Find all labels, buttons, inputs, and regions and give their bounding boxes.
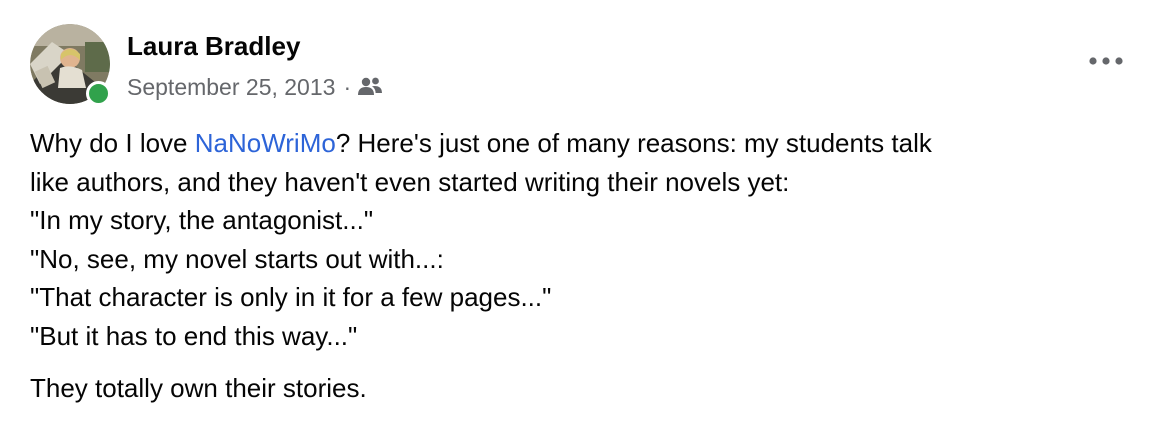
meta-separator: ·: [343, 73, 352, 100]
post-text-line: "That character is only in it for a few …: [30, 282, 552, 313]
post-meta: September 25, 2013 ·: [127, 72, 383, 102]
post-text-line: "In my story, the antagonist...": [30, 205, 374, 236]
post-body: Why do I love NaNoWriMo? Here's just one…: [30, 124, 1140, 407]
more-options-button[interactable]: [1086, 46, 1126, 76]
online-status-indicator: [86, 81, 111, 106]
facebook-post: Laura Bradley September 25, 2013 · Why d…: [0, 0, 1164, 432]
more-options-icon: [1089, 57, 1123, 65]
post-text-line: like authors, and they haven't even star…: [30, 166, 790, 197]
post-text-line: "No, see, my novel starts out with...:: [30, 243, 444, 274]
post-closing-line: They totally own their stories.: [30, 372, 367, 403]
post-text-line: Why do I love NaNoWriMo? Here's just one…: [30, 128, 932, 158]
author-name[interactable]: Laura Bradley: [127, 30, 300, 62]
post-date[interactable]: September 25, 2013: [127, 74, 335, 101]
avatar[interactable]: [30, 24, 111, 106]
nanowrimo-link[interactable]: NaNoWriMo: [195, 128, 336, 158]
friends-icon[interactable]: [357, 76, 383, 98]
post-text-line: "But it has to end this way...": [30, 320, 358, 351]
